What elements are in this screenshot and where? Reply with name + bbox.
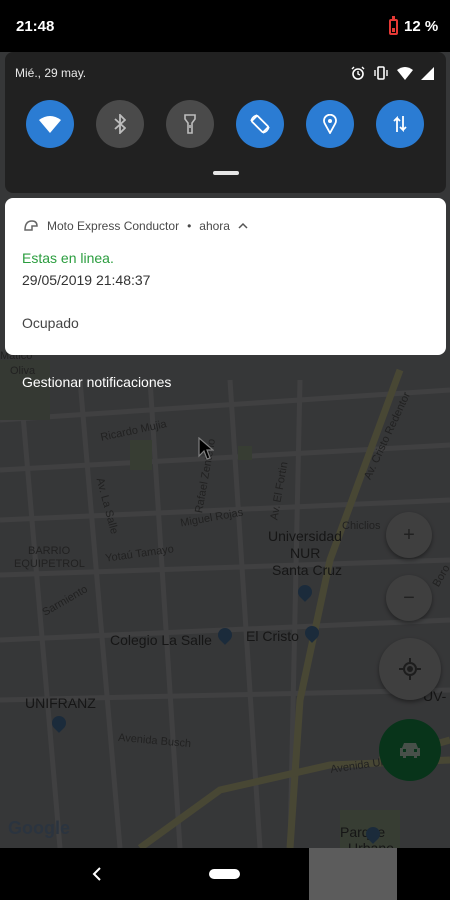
status-clock: 21:48: [16, 18, 55, 35]
notification-time: ahora: [199, 219, 230, 233]
app-helmet-icon: [24, 220, 38, 231]
location-icon: [323, 114, 337, 134]
manage-notifications-link[interactable]: Gestionar notificaciones: [22, 374, 171, 390]
recent-apps-area[interactable]: [309, 848, 397, 900]
quick-settings-panel: Mié., 29 may.: [5, 52, 446, 193]
home-pill-button[interactable]: [209, 869, 240, 879]
chevron-up-icon[interactable]: [238, 222, 248, 230]
bluetooth-icon: [114, 114, 126, 134]
qs-status-icons: [351, 66, 434, 80]
back-icon[interactable]: [88, 864, 108, 884]
notification-app-name: Moto Express Conductor: [47, 219, 180, 233]
qs-tile-flashlight[interactable]: [166, 100, 214, 148]
navigation-bar: [0, 848, 450, 900]
qs-date: Mié., 29 may.: [15, 66, 87, 80]
alarm-icon: [351, 66, 365, 80]
qs-tile-location[interactable]: [306, 100, 354, 148]
notification-card[interactable]: Moto Express Conductor • ahora Estas en …: [5, 198, 446, 355]
qs-tile-wifi[interactable]: [26, 100, 74, 148]
data-transfer-icon: [393, 115, 407, 133]
qs-expand-handle[interactable]: [213, 171, 239, 175]
wifi-icon: [39, 116, 61, 133]
battery-low-icon: [389, 16, 398, 35]
notification-title: Estas en linea.: [22, 250, 114, 266]
flashlight-icon: [184, 114, 196, 134]
cell-signal-icon: [421, 66, 434, 80]
qs-tile-bluetooth[interactable]: [96, 100, 144, 148]
notification-action-ocupado[interactable]: Ocupado: [22, 315, 79, 331]
status-bar: 21:48 12 %: [0, 0, 450, 52]
battery-level: 12 %: [404, 18, 439, 35]
auto-rotate-icon: [250, 114, 270, 134]
wifi-signal-icon: [397, 66, 413, 80]
notification-header: Moto Express Conductor • ahora: [23, 218, 248, 234]
notification-separator: •: [187, 219, 192, 233]
qs-tile-auto-rotate[interactable]: [236, 100, 284, 148]
qs-tile-mobile-data[interactable]: [376, 100, 424, 148]
notification-timestamp: 29/05/2019 21:48:37: [22, 272, 151, 288]
vibrate-icon: [374, 66, 388, 80]
